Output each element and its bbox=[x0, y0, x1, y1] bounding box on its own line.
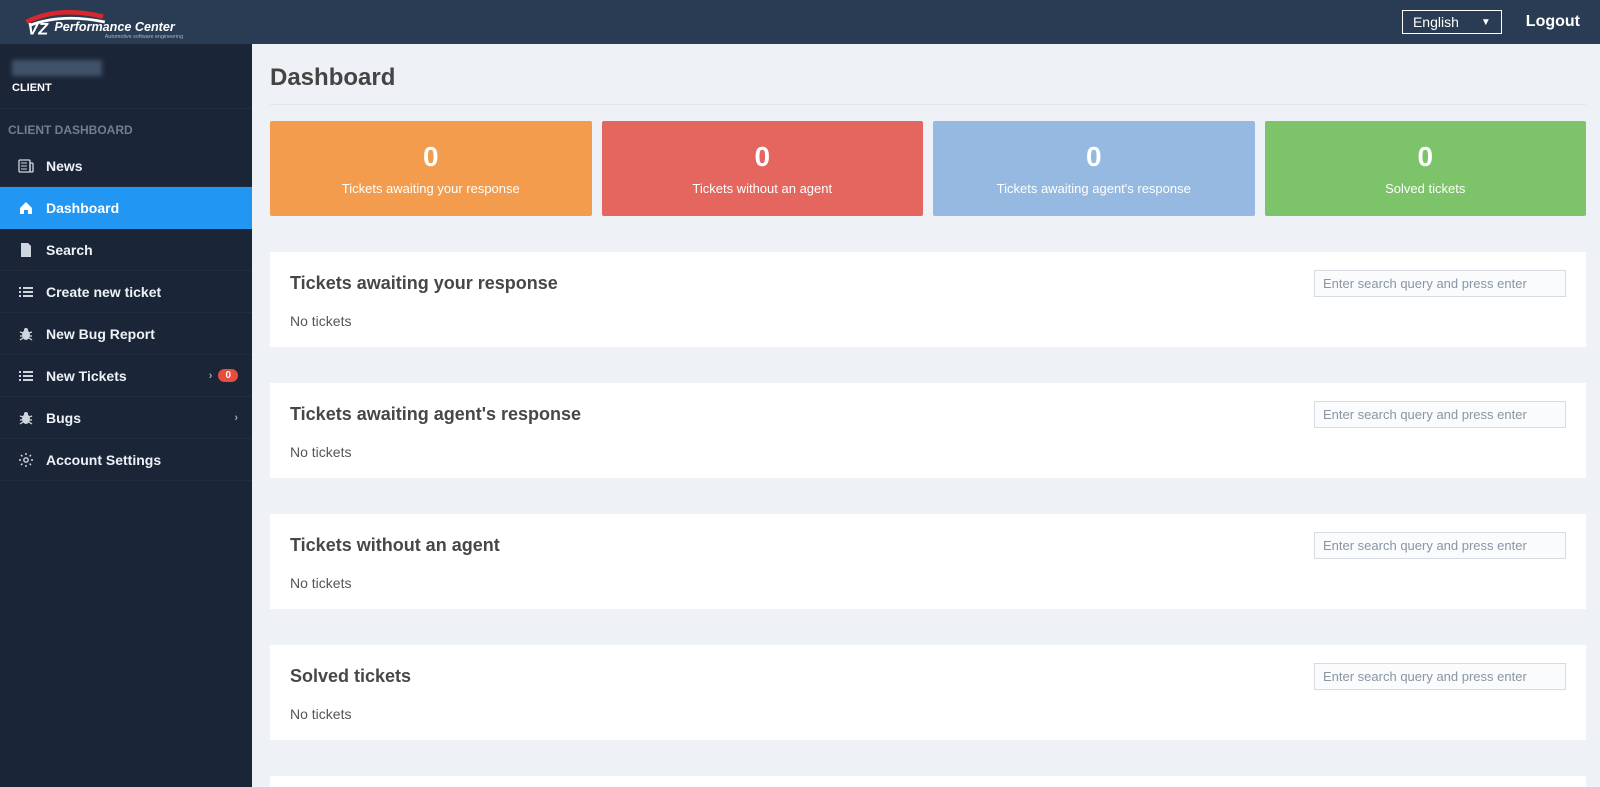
sidebar-item-create-ticket[interactable]: Create new ticket bbox=[0, 271, 252, 313]
sidebar-item-label: Dashboard bbox=[46, 200, 119, 216]
panel-empty-text: No tickets bbox=[290, 706, 1566, 722]
file-icon bbox=[14, 242, 38, 258]
stat-label: Tickets awaiting your response bbox=[280, 181, 582, 196]
sidebar-item-label: Bugs bbox=[46, 410, 81, 426]
sidebar-client-block: CLIENT bbox=[0, 44, 252, 100]
stat-value: 0 bbox=[280, 141, 582, 173]
stat-cards-row: 0 Tickets awaiting your response 0 Ticke… bbox=[270, 121, 1586, 216]
sidebar-item-dashboard[interactable]: Dashboard bbox=[0, 187, 252, 229]
stat-value: 0 bbox=[1275, 141, 1577, 173]
stat-label: Tickets awaiting agent's response bbox=[943, 181, 1245, 196]
sidebar-item-label: Account Settings bbox=[46, 452, 161, 468]
panel-title: Tickets awaiting agent's response bbox=[290, 404, 581, 425]
sidebar-item-label: New Bug Report bbox=[46, 326, 155, 342]
bug-icon bbox=[14, 326, 38, 342]
client-role-label: CLIENT bbox=[12, 82, 240, 94]
main-content: Dashboard 0 Tickets awaiting your respon… bbox=[252, 44, 1600, 787]
top-bar: VZ Performance Center Automotive softwar… bbox=[0, 0, 1600, 44]
stat-value: 0 bbox=[612, 141, 914, 173]
stat-solved[interactable]: 0 Solved tickets bbox=[1265, 121, 1587, 216]
list-icon bbox=[14, 368, 38, 384]
language-label: English bbox=[1413, 14, 1459, 30]
logout-link[interactable]: Logout bbox=[1526, 13, 1580, 31]
stat-awaiting-your-response[interactable]: 0 Tickets awaiting your response bbox=[270, 121, 592, 216]
stat-label: Tickets without an agent bbox=[612, 181, 914, 196]
panel-empty-text: No tickets bbox=[290, 313, 1566, 329]
svg-text:VZ: VZ bbox=[27, 21, 49, 39]
panel-search-input[interactable] bbox=[1314, 270, 1566, 297]
brand-logo[interactable]: VZ Performance Center Automotive softwar… bbox=[20, 4, 240, 40]
panel-title: Tickets without an agent bbox=[290, 535, 500, 556]
sidebar-item-label: Create new ticket bbox=[46, 284, 161, 300]
panel-awaiting-agent-response: Tickets awaiting agent's response No tic… bbox=[270, 383, 1586, 478]
panel-search-input[interactable] bbox=[1314, 401, 1566, 428]
logo-main-text: Performance Center bbox=[54, 20, 175, 34]
panel-title: Solved tickets bbox=[290, 666, 411, 687]
panel-awaiting-your-response: Tickets awaiting your response No ticket… bbox=[270, 252, 1586, 347]
sidebar-item-account-settings[interactable]: Account Settings bbox=[0, 439, 252, 481]
sidebar-item-search[interactable]: Search bbox=[0, 229, 252, 271]
logo-sub-text: Automotive software engineering bbox=[105, 34, 183, 40]
sidebar-item-news[interactable]: News bbox=[0, 145, 252, 187]
stat-without-agent[interactable]: 0 Tickets without an agent bbox=[602, 121, 924, 216]
sidebar-item-bug-report[interactable]: New Bug Report bbox=[0, 313, 252, 355]
bug-icon bbox=[14, 410, 38, 426]
stat-value: 0 bbox=[943, 141, 1245, 173]
panel-solved: Solved tickets No tickets bbox=[270, 645, 1586, 740]
stat-awaiting-agent-response[interactable]: 0 Tickets awaiting agent's response bbox=[933, 121, 1255, 216]
sidebar-item-label: Search bbox=[46, 242, 93, 258]
gear-icon bbox=[14, 452, 38, 468]
panel-bugs-pending: Bugs pending to be attended No bug repor… bbox=[270, 776, 1586, 787]
caret-down-icon: ▼ bbox=[1481, 17, 1491, 28]
sidebar-item-label: News bbox=[46, 158, 83, 174]
page-title: Dashboard bbox=[270, 56, 1586, 105]
panel-title: Tickets awaiting your response bbox=[290, 273, 558, 294]
chevron-right-icon: › bbox=[234, 412, 238, 424]
panel-empty-text: No tickets bbox=[290, 575, 1566, 591]
panel-empty-text: No tickets bbox=[290, 444, 1566, 460]
home-icon bbox=[14, 200, 38, 216]
stat-label: Solved tickets bbox=[1275, 181, 1577, 196]
panel-search-input[interactable] bbox=[1314, 663, 1566, 690]
new-tickets-badge: 0 bbox=[218, 369, 238, 382]
panel-without-agent: Tickets without an agent No tickets bbox=[270, 514, 1586, 609]
sidebar-item-bugs[interactable]: Bugs › bbox=[0, 397, 252, 439]
newspaper-icon bbox=[14, 158, 38, 174]
panel-search-input[interactable] bbox=[1314, 532, 1566, 559]
sidebar-item-label: New Tickets bbox=[46, 368, 127, 384]
sidebar-item-new-tickets[interactable]: New Tickets › 0 bbox=[0, 355, 252, 397]
chevron-right-icon: › bbox=[209, 370, 213, 382]
language-selector[interactable]: English ▼ bbox=[1402, 10, 1502, 34]
sidebar-section-title: CLIENT DASHBOARD bbox=[0, 108, 252, 145]
client-name-redacted bbox=[12, 60, 102, 76]
list-icon bbox=[14, 284, 38, 300]
sidebar: CLIENT CLIENT DASHBOARD News Dashboard S… bbox=[0, 44, 252, 787]
